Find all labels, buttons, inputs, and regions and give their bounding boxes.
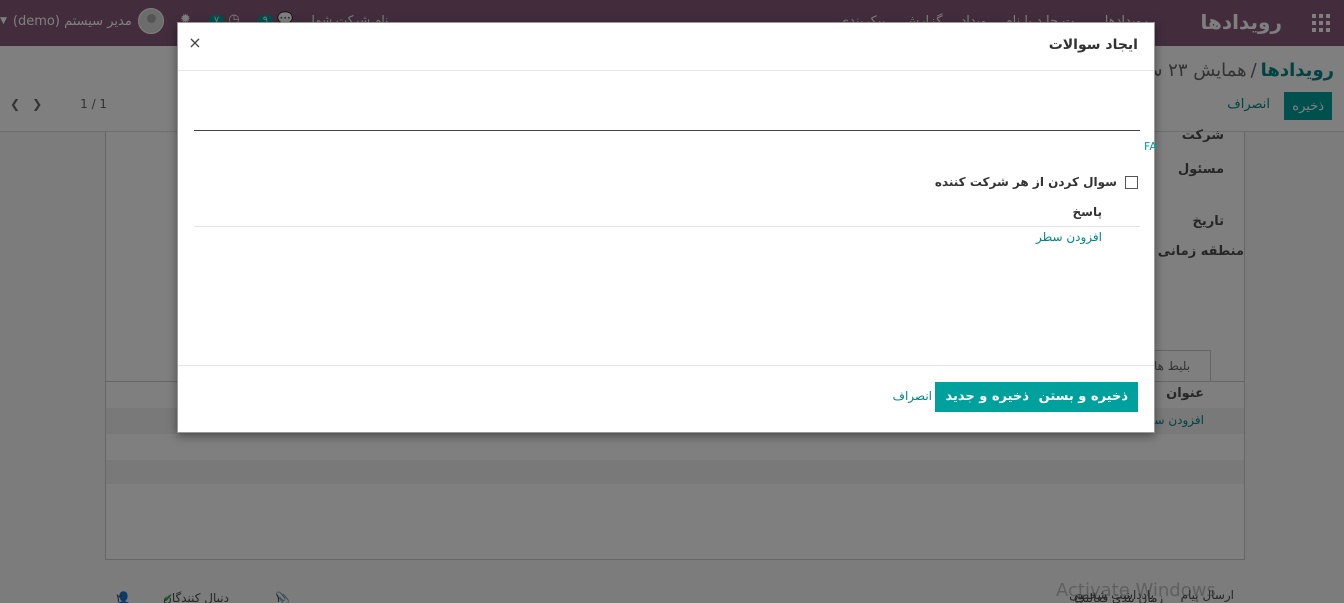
answers-column-header: پاسخ bbox=[1072, 205, 1102, 219]
modal-footer: ذخیره و بستن ذخیره و جدید انصراف bbox=[178, 365, 1154, 432]
create-questions-dialog: ایجاد سوالات × FA سوال کردن از هر شرکت ک… bbox=[177, 22, 1157, 433]
close-icon[interactable]: × bbox=[188, 33, 202, 52]
save-new-button[interactable]: ذخیره و جدید bbox=[935, 382, 1039, 412]
cancel-button[interactable]: انصراف bbox=[893, 389, 932, 403]
question-title-input[interactable] bbox=[194, 95, 1140, 131]
add-answer-line-link[interactable]: افزودن سطر bbox=[1036, 230, 1102, 244]
save-close-button[interactable]: ذخیره و بستن bbox=[1028, 382, 1138, 412]
answers-table-divider bbox=[194, 226, 1140, 227]
translate-language-tag[interactable]: FA bbox=[1144, 140, 1157, 153]
ask-each-attendee-field: سوال کردن از هر شرکت کننده bbox=[935, 175, 1138, 189]
ask-each-attendee-label: سوال کردن از هر شرکت کننده bbox=[934, 175, 1117, 189]
ask-each-attendee-checkbox[interactable] bbox=[1125, 175, 1138, 189]
modal-title: ایجاد سوالات bbox=[1048, 37, 1138, 53]
modal-header: ایجاد سوالات × bbox=[178, 23, 1154, 71]
